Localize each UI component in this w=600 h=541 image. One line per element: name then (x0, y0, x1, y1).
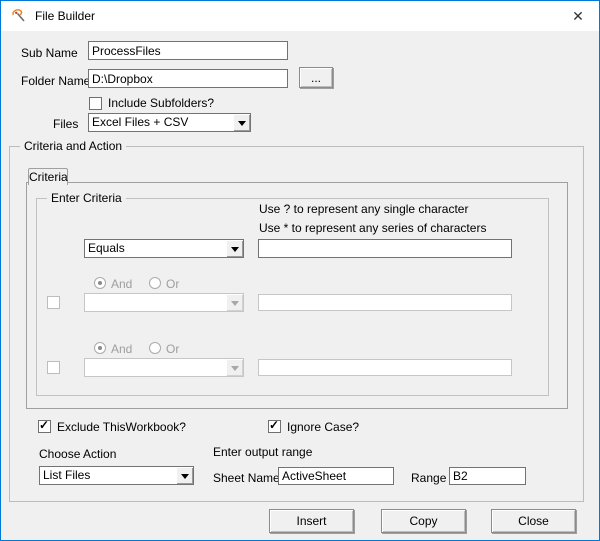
criteria-value-3-input[interactable] (258, 359, 512, 376)
check-icon: ✓ (269, 418, 280, 432)
or-radio-3[interactable] (149, 342, 161, 354)
range-input[interactable] (449, 467, 526, 485)
include-subfolders-label: Include Subfolders? (108, 96, 215, 110)
criteria-value-2-input[interactable] (258, 294, 512, 311)
criteria-operator-2-value (85, 294, 226, 311)
check-icon: ✓ (39, 418, 50, 432)
criteria-operator-3-value (85, 359, 226, 376)
ignore-case-checkbox[interactable]: ✓ (268, 418, 281, 433)
folder-name-input[interactable] (88, 69, 288, 88)
title-bar: File Builder ✕ (1, 1, 599, 31)
wildcard-hint-line1: Use ? to represent any single character (259, 202, 469, 216)
and-radio-2[interactable] (94, 277, 106, 289)
sheet-name-input[interactable] (278, 467, 394, 485)
enter-output-range-label: Enter output range (213, 445, 313, 459)
include-subfolders-checkbox[interactable] (89, 97, 102, 110)
criteria-enable-3-checkbox[interactable] (47, 361, 60, 374)
ignore-case-label: Ignore Case? (287, 420, 360, 434)
exclude-thisworkbook-checkbox[interactable]: ✓ (38, 418, 51, 433)
criteria-operator-1-dropdown[interactable]: Equals (84, 239, 244, 258)
folder-name-label: Folder Name (21, 74, 91, 88)
criteria-enable-2-checkbox[interactable] (47, 296, 60, 309)
enter-criteria-group-label: Enter Criteria (47, 191, 126, 205)
criteria-operator-3-dropdown[interactable] (84, 358, 244, 377)
files-dropdown-value: Excel Files + CSV (92, 115, 189, 129)
criteria-operator-2-dropdown[interactable] (84, 293, 244, 312)
files-dropdown-arrow-icon[interactable] (233, 114, 250, 131)
window-title: File Builder (35, 9, 96, 23)
close-button[interactable]: Close (491, 509, 576, 533)
and-label-3: And (111, 342, 133, 356)
app-wand-icon (11, 8, 27, 24)
criteria-operator-3-arrow-icon[interactable] (226, 359, 243, 376)
tab-criteria[interactable]: Criteria (28, 168, 68, 185)
wildcard-hint-line2: Use * to represent any series of charact… (259, 221, 487, 235)
choose-action-dropdown[interactable]: List Files (39, 466, 194, 485)
criteria-operator-2-arrow-icon[interactable] (226, 294, 243, 311)
files-dropdown[interactable]: Excel Files + CSV (88, 113, 251, 132)
criteria-value-1-input[interactable] (258, 239, 512, 258)
or-label-3: Or (166, 342, 180, 356)
close-icon[interactable]: ✕ (561, 1, 595, 31)
and-radio-3[interactable] (94, 342, 106, 354)
choose-action-label: Choose Action (39, 447, 117, 461)
and-label-2: And (111, 277, 133, 291)
sub-name-input[interactable] (88, 41, 288, 60)
criteria-action-group-label: Criteria and Action (20, 139, 127, 153)
criteria-operator-1-arrow-icon[interactable] (226, 240, 243, 257)
or-radio-2[interactable] (149, 277, 161, 289)
criteria-operator-1-value: Equals (88, 241, 125, 255)
choose-action-value: List Files (43, 468, 91, 482)
browse-button[interactable]: ... (299, 67, 333, 88)
or-label-2: Or (166, 277, 180, 291)
sheet-name-label: Sheet Name (213, 471, 280, 485)
files-label: Files (53, 117, 79, 131)
file-builder-window: File Builder ✕ Sub Name Folder Name ... … (0, 0, 600, 541)
choose-action-arrow-icon[interactable] (176, 467, 193, 484)
exclude-thisworkbook-label: Exclude ThisWorkbook? (57, 420, 186, 434)
insert-button[interactable]: Insert (269, 509, 354, 533)
sub-name-label: Sub Name (21, 46, 78, 60)
range-label: Range (411, 471, 447, 485)
copy-button[interactable]: Copy (381, 509, 466, 533)
